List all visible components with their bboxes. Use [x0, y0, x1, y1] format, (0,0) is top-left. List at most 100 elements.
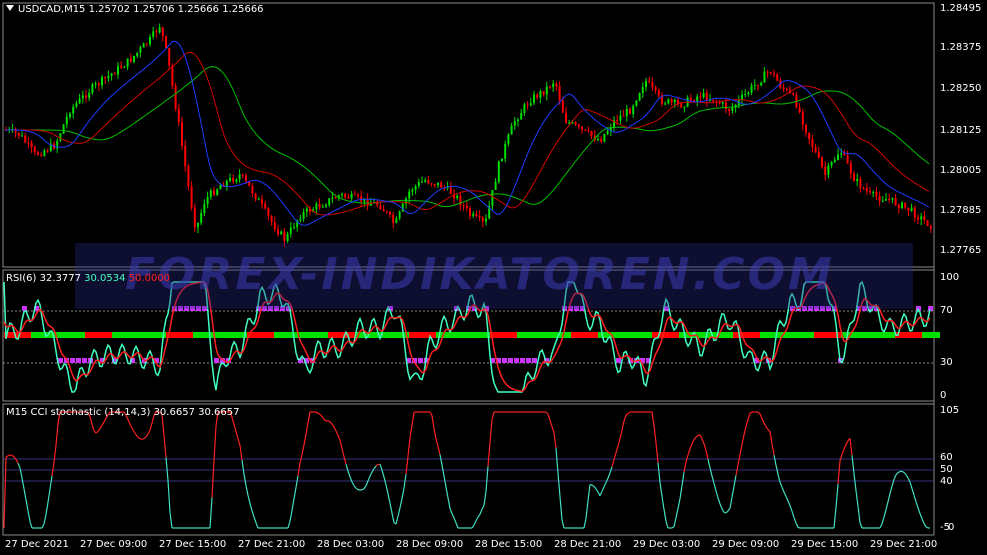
cci-segment [719, 503, 723, 509]
candle-body [926, 220, 929, 226]
candle-body [683, 106, 686, 108]
rsi-trend-bar [517, 332, 526, 338]
cci-segment [245, 485, 249, 496]
cci-segment [43, 514, 47, 524]
cci-segment [135, 434, 139, 438]
candle-body [766, 71, 769, 73]
candle-body [875, 191, 878, 197]
rsi-oversold-dot [526, 358, 531, 363]
cci-segment [545, 411, 549, 415]
candle-body [830, 161, 833, 166]
cci-segment [29, 521, 33, 529]
rsi-axis-label: 100 [940, 272, 960, 283]
candle-body [853, 173, 855, 182]
rsi-oversold-dot [514, 358, 519, 363]
cci-segment [587, 484, 591, 501]
candle-body [568, 122, 571, 124]
cci-segment [147, 429, 151, 435]
cci-segment [53, 445, 57, 463]
rsi-trend-bar [877, 332, 886, 338]
candle-body [872, 191, 875, 193]
candle-body [123, 66, 126, 68]
dropdown-triangle-icon[interactable] [6, 5, 14, 11]
rsi-trend-bar [103, 332, 112, 338]
rsi-value2: 30.0534 [84, 273, 126, 284]
cci-segment [163, 435, 167, 458]
rsi-trend-bar [859, 332, 868, 338]
trading-chart[interactable]: FOREX-INDIKATOREN.COM USDCAD,M15 1.25702… [0, 0, 987, 555]
cci-segment [449, 508, 453, 514]
candle-body [526, 104, 529, 106]
cci-segment [323, 419, 327, 422]
candle-body [139, 47, 142, 53]
candle-body [469, 208, 471, 216]
candle-body [430, 183, 433, 185]
cci-segment [401, 487, 405, 499]
cci-segment [237, 438, 241, 446]
candle-body [645, 81, 647, 88]
candle-body [456, 195, 459, 199]
cci-segment [249, 503, 253, 511]
candle-body [321, 206, 324, 208]
cci-segment [11, 454, 15, 458]
candle-body [811, 139, 814, 148]
rsi-trend-bar [148, 332, 157, 338]
cci-segment [717, 497, 721, 505]
candle-body [286, 233, 289, 241]
cci-segment [213, 425, 217, 461]
symbol-header[interactable]: USDCAD,M15 1.25702 1.25706 1.25666 1.256… [6, 4, 264, 16]
candle-body [651, 82, 654, 87]
candle-body [814, 147, 817, 152]
candle-body [318, 203, 321, 208]
candle-body [161, 27, 164, 37]
candle-body [24, 135, 27, 143]
rsi-trend-bar [886, 332, 895, 338]
candle-body [913, 207, 916, 218]
cci-segment [653, 425, 657, 443]
candle-body [181, 122, 183, 146]
cci-segment [451, 513, 455, 519]
cci-segment [373, 465, 377, 469]
candle-body [888, 199, 891, 201]
cci-segment [675, 508, 679, 519]
candle-body [689, 97, 692, 101]
candle-body [43, 150, 46, 156]
cci-segment [923, 523, 927, 528]
rsi-trend-bar [67, 332, 76, 338]
candle-body [782, 87, 785, 89]
cci-segment [55, 423, 59, 446]
cci-segment [703, 443, 707, 451]
cci-segment [921, 518, 925, 524]
candle-body [241, 174, 244, 176]
cci-segment [353, 485, 357, 489]
cci-segment [355, 487, 359, 491]
candle-body [216, 189, 219, 195]
cci-segment [663, 509, 667, 522]
cci-segment [243, 473, 247, 486]
candle-body [75, 103, 78, 107]
cci-segment [715, 490, 719, 499]
candle-body [78, 98, 81, 104]
candle-body [280, 231, 283, 235]
candle-body [104, 77, 107, 79]
candle-body [27, 142, 30, 144]
cci-segment [853, 473, 857, 491]
rsi-trend-bar [805, 332, 814, 338]
candle-body [856, 179, 859, 182]
candle-body [600, 139, 603, 142]
cci-segment [27, 510, 31, 522]
cci-segment [165, 457, 169, 481]
cci-segment [731, 486, 735, 498]
rsi-trend-bar [175, 332, 184, 338]
watermark: FOREX-INDIKATOREN.COM [75, 243, 913, 309]
cci-segment [307, 411, 311, 423]
candle-body [757, 84, 759, 86]
time-label: 28 Dec 21:00 [554, 539, 622, 550]
cci-axis-label: 50 [940, 464, 953, 475]
cci-header: M15 CCI stochastic (14,14,3) 30.6657 30.… [6, 407, 239, 419]
candlestick-series [5, 23, 932, 247]
ma-mid-line [5, 51, 930, 216]
rsi-oversold-dot [508, 358, 513, 363]
candle-body [504, 143, 507, 159]
rsi-trend-bar [310, 332, 319, 338]
